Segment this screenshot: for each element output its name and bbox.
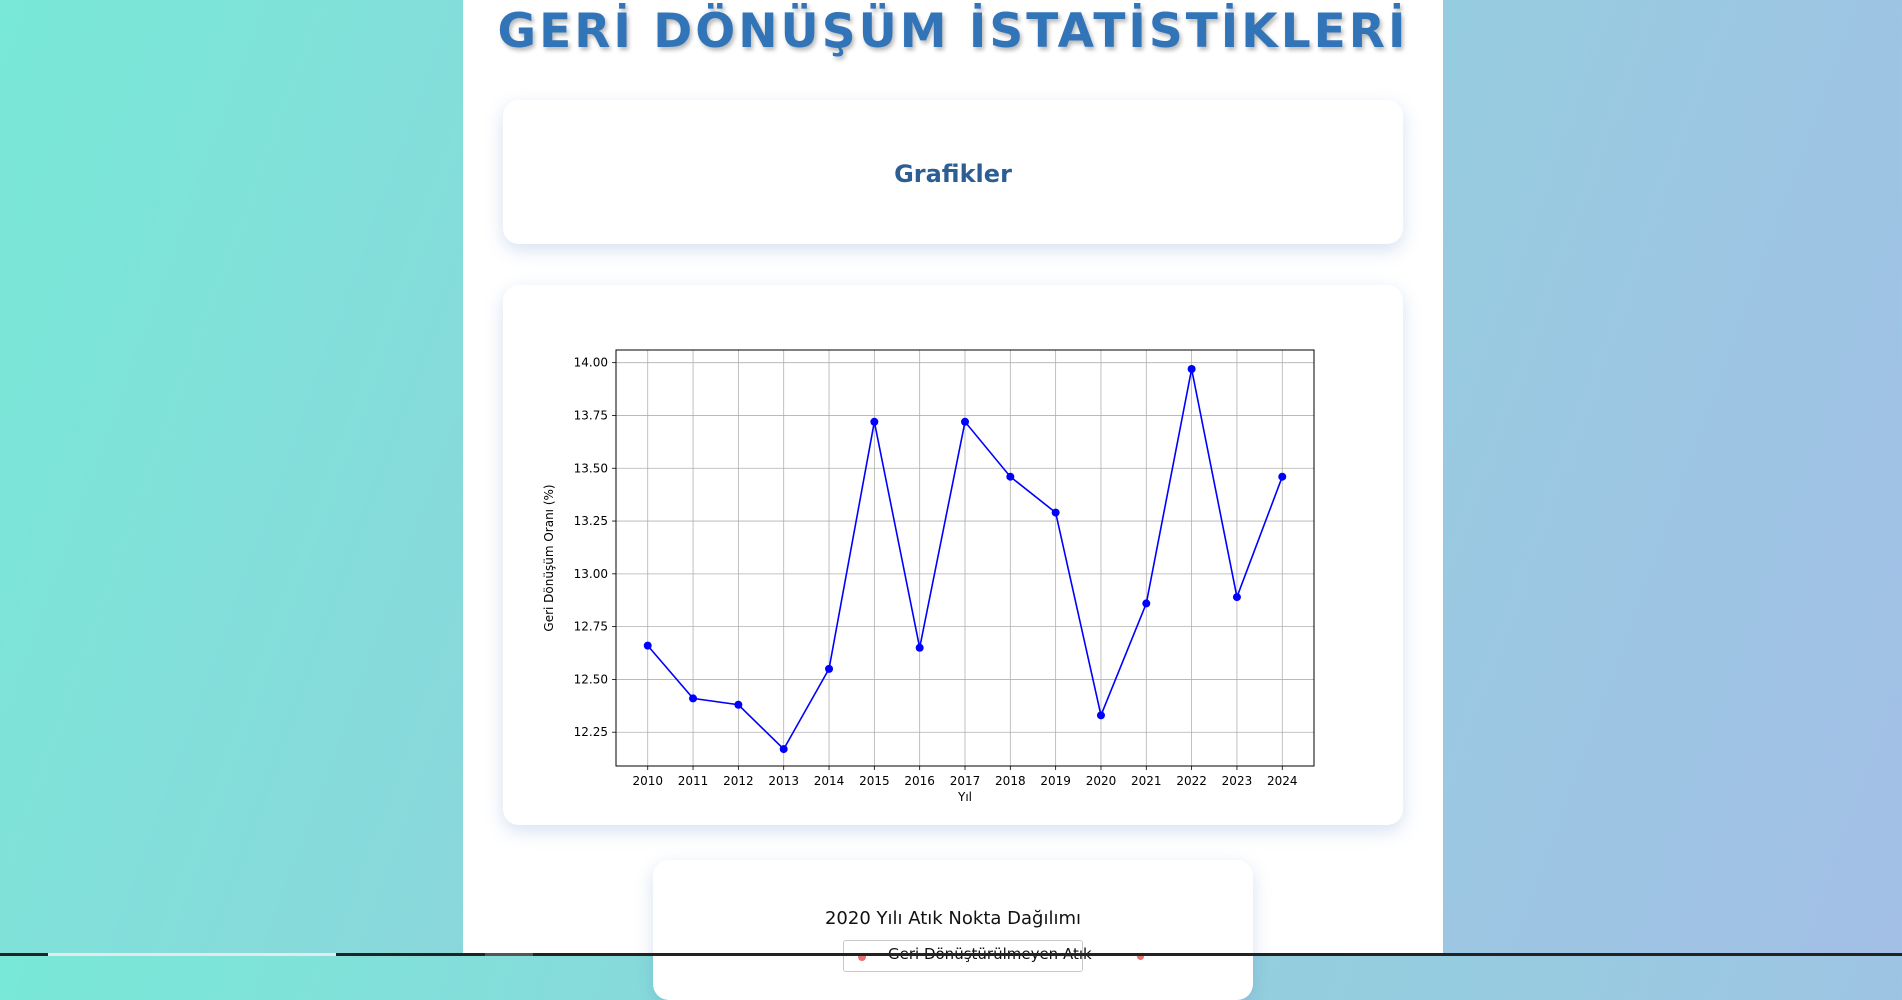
- y-tick-label: 12.25: [574, 725, 608, 739]
- y-tick-label: 14.00: [574, 356, 608, 370]
- data-point: [1051, 508, 1060, 517]
- data-point: [1278, 472, 1287, 481]
- x-tick-label: 2019: [1040, 774, 1071, 788]
- data-point: [643, 641, 652, 650]
- x-tick-label: 2017: [950, 774, 981, 788]
- x-tick-label: 2022: [1176, 774, 1207, 788]
- line-chart-card: 12.25 12.50 12.75 13.00 13.25 13.50 13.75 14.00…: [503, 285, 1403, 825]
- data-point: [734, 700, 743, 709]
- data-point: [825, 664, 834, 673]
- x-tick-label: 2012: [723, 774, 754, 788]
- data-point: [1006, 472, 1015, 481]
- data-point: [779, 745, 788, 754]
- x-tick-label: 2023: [1222, 774, 1253, 788]
- x-tick-label: 2021: [1131, 774, 1162, 788]
- scatter-chart-title: 2020 Yılı Atık Nokta Dağılımı: [824, 908, 1082, 929]
- x-tick-label: 2024: [1267, 774, 1298, 788]
- data-point: [1232, 593, 1241, 602]
- page-title: GERİ DÖNÜŞÜM İSTATİSTİKLERİ: [497, 4, 1409, 59]
- x-axis-label: Yıl: [957, 790, 972, 804]
- y-tick-label: 13.25: [574, 514, 608, 528]
- data-point: [689, 694, 698, 703]
- x-tick-label: 2013: [768, 774, 799, 788]
- data-point: [1142, 599, 1151, 608]
- main-content: GERİ DÖNÜŞÜM İSTATİSTİKLERİ Grafikler 12…: [463, 0, 1443, 1000]
- x-tick-label: 2010: [632, 774, 663, 788]
- section-heading: Grafikler: [894, 160, 1012, 188]
- data-point: [870, 417, 879, 426]
- scatter-chart-card: 2020 Yılı Atık Nokta Dağılımı Geri Dönüş…: [653, 860, 1253, 1000]
- data-point: [1187, 365, 1196, 374]
- y-tick-label: 12.75: [574, 620, 608, 634]
- x-tick-label: 2014: [814, 774, 845, 788]
- chart-legend: Geri Dönüştürülmeyen Atık: [843, 940, 1092, 972]
- x-tick-label: 2011: [678, 774, 709, 788]
- x-axis-ticks: 2010 2011 2012 2013 2014 2015 2016 2017 2018 2019…: [632, 766, 1298, 788]
- charts-header-card: Grafikler: [503, 100, 1403, 244]
- x-tick-label: 2018: [995, 774, 1026, 788]
- x-tick-label: 2020: [1086, 774, 1117, 788]
- y-axis-ticks: 12.25 12.50 12.75 13.00 13.25 13.50 13.75 14.00: [574, 356, 616, 739]
- chart-grid: [616, 350, 1314, 766]
- recycling-rate-line-chart: 12.25 12.50 12.75 13.00 13.25 13.50 13.75 14.00…: [542, 349, 1315, 804]
- y-axis-label: Geri Dönüşüm Oranı (%): [542, 484, 556, 631]
- y-tick-label: 12.50: [574, 672, 608, 686]
- data-point: [961, 417, 969, 426]
- x-tick-label: 2015: [859, 774, 890, 788]
- y-tick-label: 13.00: [574, 567, 608, 581]
- y-tick-label: 13.75: [574, 408, 608, 422]
- x-tick-label: 2016: [904, 774, 935, 788]
- data-point: [915, 643, 924, 652]
- data-point: [1096, 711, 1105, 720]
- y-tick-label: 13.50: [574, 461, 608, 475]
